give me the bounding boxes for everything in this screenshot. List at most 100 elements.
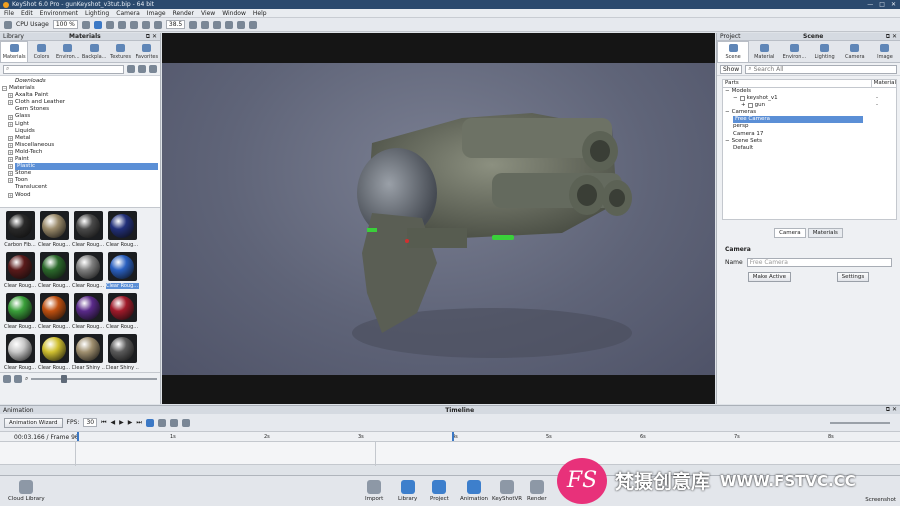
expand-icon[interactable]: − xyxy=(725,88,730,95)
visibility-checkbox[interactable] xyxy=(739,96,745,102)
menu-item-edit[interactable]: Edit xyxy=(21,10,33,17)
show-dropdown[interactable]: Show xyxy=(720,64,743,74)
make-active-button[interactable]: Make Active xyxy=(747,272,792,282)
menu-item-environment[interactable]: Environment xyxy=(40,10,78,17)
pan-icon[interactable] xyxy=(129,20,138,29)
fps-select[interactable]: 30 xyxy=(83,418,98,427)
close-icon[interactable]: ✕ xyxy=(891,1,896,8)
play-icon[interactable]: ▶ xyxy=(119,419,124,426)
screenshot-icon[interactable] xyxy=(249,20,258,29)
skip-end-icon[interactable]: ⏭ xyxy=(136,419,141,427)
expand-icon[interactable]: − xyxy=(725,138,730,145)
move-icon[interactable] xyxy=(105,20,114,29)
tab-materials[interactable]: Materials xyxy=(0,41,29,62)
refresh-library-icon[interactable] xyxy=(149,65,157,73)
panel-controls-icon[interactable]: ⧉ ✕ xyxy=(886,33,897,41)
menu-item-file[interactable]: File xyxy=(4,10,14,17)
tab-colors[interactable]: Colors xyxy=(28,41,54,62)
tree-item[interactable]: + Wood xyxy=(2,192,158,199)
tree-item[interactable]: − Materials xyxy=(2,85,158,92)
material-thumbnail[interactable]: Clear Roug... xyxy=(105,211,139,252)
minimize-icon[interactable]: — xyxy=(867,1,873,8)
refresh-icon[interactable] xyxy=(93,20,102,29)
zoom-icon[interactable] xyxy=(141,20,150,29)
expand-icon[interactable]: + xyxy=(8,178,13,184)
tab-camera[interactable]: Camera xyxy=(774,228,806,238)
scene-tree-item[interactable]: − Scene Sets xyxy=(723,138,896,145)
project-icon[interactable] xyxy=(432,480,447,494)
expand-icon[interactable]: + xyxy=(8,149,13,155)
scene-tree-item[interactable]: − keyshot_v1 - xyxy=(723,95,896,102)
material-thumbnail[interactable]: Clear Roug... xyxy=(37,334,71,372)
keyshotvr-icon[interactable] xyxy=(500,480,515,494)
expand-icon[interactable]: − xyxy=(2,86,7,92)
tree-item[interactable]: Downloads xyxy=(2,78,158,85)
expand-icon[interactable]: + xyxy=(8,135,13,141)
panel-controls-icon[interactable]: ⧉ ✕ xyxy=(886,406,897,414)
grid-view-icon[interactable] xyxy=(3,375,11,383)
camera-name-field[interactable]: Free Camera xyxy=(746,258,892,267)
step-back-icon[interactable]: ◀ xyxy=(111,419,116,426)
settings-button[interactable]: Settings xyxy=(836,272,870,282)
panel-controls-icon[interactable]: ⧉ ✕ xyxy=(146,33,157,41)
timeline-ruler[interactable]: 00:03.166 / Frame 96 1s 2s 3s 4s 5s 6s 7s 8s xyxy=(0,431,900,442)
tree-item[interactable]: + Axalta Paint xyxy=(2,92,158,99)
loop-icon[interactable] xyxy=(145,418,154,427)
expand-icon[interactable]: + xyxy=(8,192,13,198)
options-icon[interactable] xyxy=(181,418,190,427)
tree-item[interactable]: + Glass xyxy=(2,113,158,120)
perspective-icon[interactable] xyxy=(201,20,210,29)
step-forward-icon[interactable]: ▶ xyxy=(128,419,133,426)
tree-item[interactable]: + Mold-Tech xyxy=(2,149,158,156)
tree-item[interactable]: Translucent xyxy=(2,184,158,191)
expand-icon[interactable]: + xyxy=(741,102,746,109)
zoom-field[interactable]: 38.5 xyxy=(165,20,186,29)
tab-textures[interactable]: Textures xyxy=(107,41,133,62)
expand-icon[interactable]: − xyxy=(725,109,730,116)
tree-item[interactable]: + Miscellaneous xyxy=(2,142,158,149)
folder-icon[interactable] xyxy=(127,65,135,73)
tree-item[interactable]: + Paint xyxy=(2,156,158,163)
tab-environ[interactable]: Environ... xyxy=(55,41,81,62)
timeline-zoom-slider[interactable] xyxy=(830,421,890,424)
material-thumbnail[interactable]: Clear Roug... xyxy=(3,252,37,293)
scene-tree-item[interactable]: − Models xyxy=(723,88,896,95)
expand-icon[interactable]: + xyxy=(8,164,13,170)
tree-item[interactable]: + Light xyxy=(2,121,158,128)
cpu-usage-select[interactable]: 100 % xyxy=(52,20,78,29)
expand-icon[interactable]: + xyxy=(8,171,13,177)
tree-item[interactable]: + Toon xyxy=(2,177,158,184)
material-thumbnail[interactable]: Clear Roug... xyxy=(105,293,139,334)
library-icon[interactable] xyxy=(400,480,415,494)
tree-item[interactable]: Gem Stones xyxy=(2,106,158,113)
lock-icon[interactable] xyxy=(237,20,246,29)
settings-icon[interactable] xyxy=(225,20,234,29)
grid-icon[interactable] xyxy=(189,20,198,29)
tab-environ[interactable]: Environ... xyxy=(779,41,809,62)
tree-item[interactable]: + Metal xyxy=(2,135,158,142)
scene-tree-item[interactable]: Free Camera xyxy=(723,116,896,124)
slider-handle[interactable] xyxy=(61,375,68,383)
visibility-checkbox[interactable] xyxy=(747,103,753,109)
animation-icon[interactable] xyxy=(467,480,482,494)
menu-item-camera[interactable]: Camera xyxy=(116,10,140,17)
material-thumbnail[interactable]: Clear Shiny ... xyxy=(71,334,105,372)
menu-item-view[interactable]: View xyxy=(201,10,215,17)
menu-item-window[interactable]: Window xyxy=(222,10,246,17)
tab-camera[interactable]: Camera xyxy=(840,41,870,62)
tab-materials[interactable]: Materials xyxy=(807,228,843,238)
expand-icon[interactable]: − xyxy=(733,95,738,102)
material-thumbnail[interactable]: Clear Roug... xyxy=(71,211,105,252)
expand-icon[interactable]: + xyxy=(8,100,13,106)
settings-icon[interactable] xyxy=(169,418,178,427)
import-icon[interactable] xyxy=(367,480,382,494)
import-folder-icon[interactable] xyxy=(138,65,146,73)
material-thumbnail[interactable]: Clear Roug... xyxy=(105,252,139,293)
menu-item-help[interactable]: Help xyxy=(253,10,267,17)
material-thumbnail[interactable]: Clear Roug... xyxy=(37,211,71,252)
tab-backpla[interactable]: Backpla... xyxy=(81,41,107,62)
tab-material[interactable]: Material xyxy=(749,41,779,62)
library-search-input[interactable]: ⌕ xyxy=(3,64,124,74)
region-icon[interactable] xyxy=(213,20,222,29)
material-thumbnail[interactable]: Clear Roug... xyxy=(3,293,37,334)
